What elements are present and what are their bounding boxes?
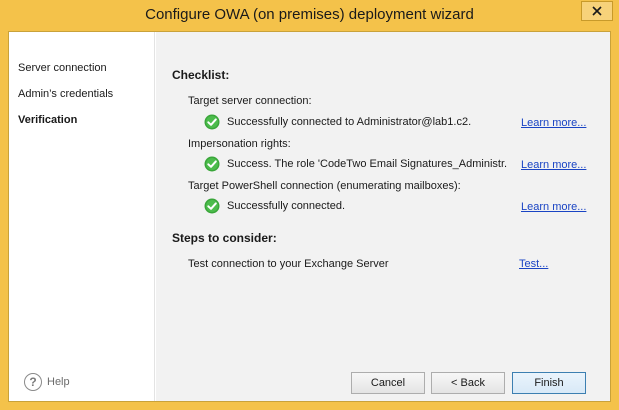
steps-title: Steps to consider: [172,231,277,245]
green-check-icon [204,114,220,130]
back-button[interactable]: < Back [431,372,505,394]
sidebar-item-server-connection[interactable]: Server connection [18,62,107,74]
window-title: Configure OWA (on premises) deployment w… [145,6,474,23]
close-icon [592,6,602,16]
sidebar-item-verification[interactable]: Verification [18,114,77,126]
wizard-client-area: Server connection Admin’s credentials Ve… [8,31,611,402]
checklist-item-label: Target PowerShell connection (enumeratin… [188,180,461,192]
cancel-button[interactable]: Cancel [351,372,425,394]
learn-more-link[interactable]: Learn more... [521,201,586,213]
checklist-status-row: Success. The role 'CodeTwo Email Signatu… [204,156,507,172]
learn-more-link[interactable]: Learn more... [521,117,586,129]
help-label: Help [47,376,70,388]
finish-button[interactable]: Finish [512,372,586,394]
checklist-status-text: Successfully connected. [227,200,346,212]
checklist-status-row: Successfully connected. [204,198,345,214]
learn-more-link[interactable]: Learn more... [521,159,586,171]
sidebar-item-admins-credentials[interactable]: Admin’s credentials [18,88,113,100]
checklist-status-text: Success. The role 'CodeTwo Email Signatu… [227,158,507,170]
close-button[interactable] [581,1,613,21]
checklist-item-label: Impersonation rights: [188,138,291,150]
checklist-status-row: Successfully connected to Administrator@… [204,114,471,130]
checklist-item-label: Target server connection: [188,95,312,107]
green-check-icon [204,198,220,214]
title-bar: Configure OWA (on premises) deployment w… [0,0,619,31]
test-link[interactable]: Test... [519,258,548,270]
green-check-icon [204,156,220,172]
help-link[interactable]: ? Help [24,373,70,391]
step-item-label: Test connection to your Exchange Server [188,258,389,270]
main-content: Checklist: Target server connection: Suc… [156,32,610,401]
sidebar: Server connection Admin’s credentials Ve… [9,32,155,401]
checklist-title: Checklist: [172,68,230,82]
question-circle-icon: ? [24,373,42,391]
checklist-status-text: Successfully connected to Administrator@… [227,116,472,128]
wizard-window: Configure OWA (on premises) deployment w… [0,0,619,410]
